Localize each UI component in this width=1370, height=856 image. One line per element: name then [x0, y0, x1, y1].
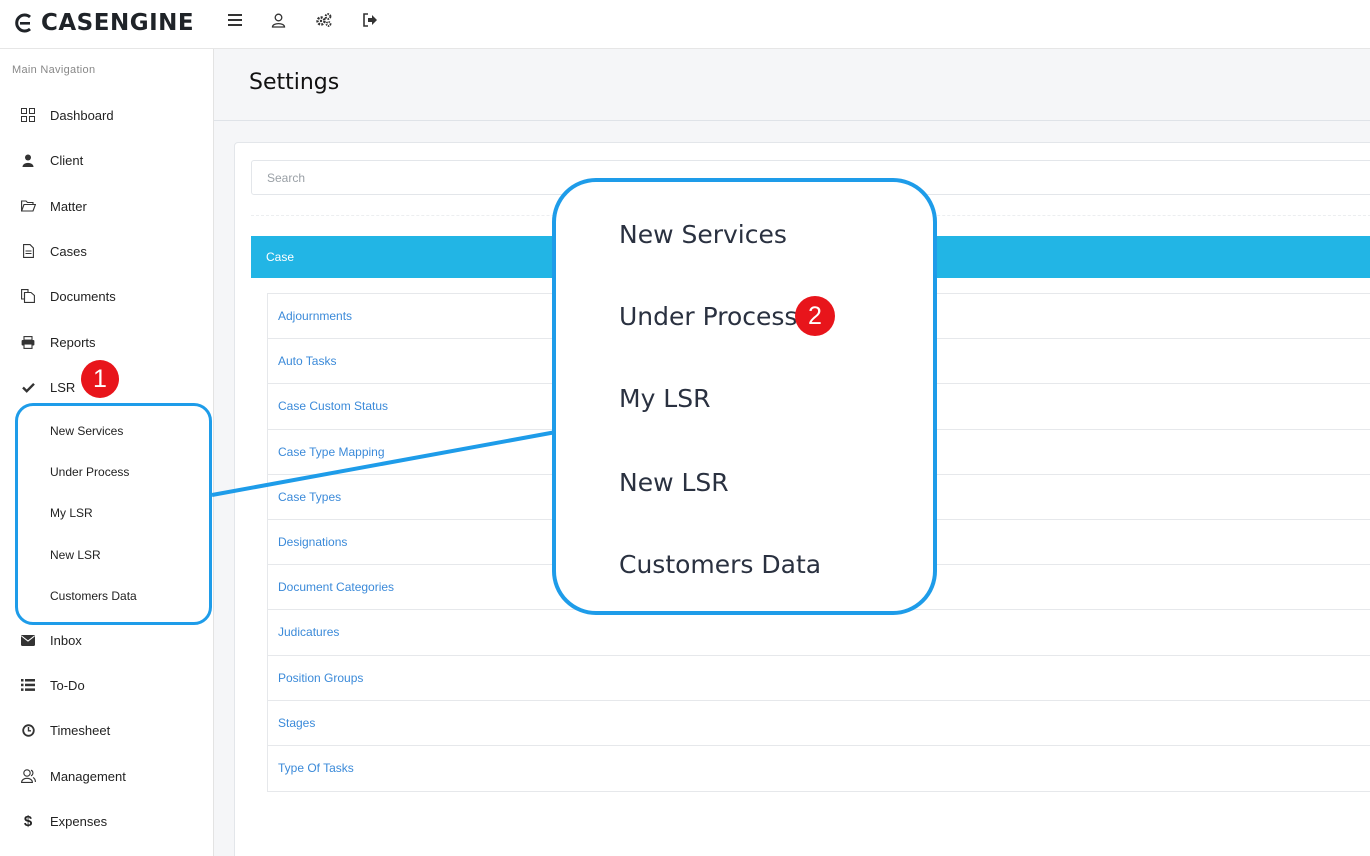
sidebar-item-label: Management [50, 768, 126, 784]
step-badge-1: 1 [81, 360, 119, 398]
dollar-icon: $ [23, 812, 33, 830]
sidebar-item-reports[interactable]: Reports [0, 324, 213, 360]
sidebar-item-label: Documents [50, 288, 116, 304]
menu-icon[interactable] [225, 10, 245, 30]
sidebar-item-cases[interactable]: Cases [0, 233, 213, 269]
highlight-lsr-submenu [15, 403, 212, 625]
logo[interactable]: CASENGINE [13, 9, 194, 37]
user-icon [20, 152, 36, 168]
zoom-item-my-lsr: My LSR [619, 384, 711, 413]
zoom-callout: New Services Under Process My LSR New LS… [552, 178, 937, 615]
page-title: Settings [249, 70, 340, 95]
nav-header: Main Navigation [12, 64, 96, 76]
sidebar-item-label: Expenses [50, 813, 108, 829]
print-icon [20, 334, 36, 350]
settings-link-position-groups[interactable]: Position Groups [268, 656, 1370, 701]
sidebar-item-label: Cases [50, 243, 87, 259]
check-icon [20, 379, 36, 395]
sidebar-item-documents[interactable]: Documents [0, 278, 213, 314]
step-badge-2: 2 [795, 296, 835, 336]
gears-icon[interactable] [314, 10, 334, 30]
sidebar-item-label: Inbox [50, 632, 82, 648]
sidebar-item-dashboard[interactable]: Dashboard [0, 97, 213, 133]
settings-link-judicatures[interactable]: Judicatures [268, 610, 1370, 656]
sidebar-item-label: To-Do [50, 677, 85, 693]
sidebar-item-label: Client [50, 152, 84, 168]
folder-open-icon [20, 198, 36, 214]
title-divider [214, 120, 1370, 121]
file-icon [20, 243, 36, 259]
clock-icon [20, 722, 36, 738]
sidebar-item-label: Matter [50, 198, 87, 214]
logout-icon[interactable] [360, 10, 380, 30]
sidebar-item-label: Reports [50, 334, 96, 350]
top-bar: CASENGINE [0, 0, 1370, 49]
sidebar-item-matter[interactable]: Matter [0, 188, 213, 224]
sidebar-item-timesheet[interactable]: Timesheet [0, 712, 213, 748]
settings-link-type-of-tasks[interactable]: Type Of Tasks [268, 746, 1370, 791]
sidebar-item-todo[interactable]: To-Do [0, 667, 213, 703]
list-icon [20, 677, 36, 693]
sidebar-item-inbox[interactable]: Inbox [0, 622, 213, 658]
zoom-item-customers-data: Customers Data [619, 550, 822, 579]
copy-icon [20, 288, 36, 304]
users-icon [20, 768, 36, 784]
zoom-item-under-process: Under Process [619, 302, 798, 331]
sidebar-item-label: LSR [50, 379, 76, 395]
casengine-logo-icon [15, 13, 31, 33]
sidebar-item-expenses[interactable]: $ Expenses [0, 803, 213, 839]
zoom-item-new-lsr: New LSR [619, 468, 729, 497]
zoom-item-new-services: New Services [619, 220, 787, 249]
sidebar-item-management[interactable]: Management [0, 758, 213, 794]
sidebar-item-label: Dashboard [50, 107, 114, 123]
user-icon[interactable] [268, 10, 288, 30]
settings-link-stages[interactable]: Stages [268, 701, 1370, 746]
dashboard-icon [20, 107, 36, 123]
sidebar-item-client[interactable]: Client [0, 142, 213, 178]
envelope-icon [20, 632, 36, 648]
logo-text: CASENGINE [41, 10, 195, 36]
sidebar-item-label: Timesheet [50, 722, 111, 738]
